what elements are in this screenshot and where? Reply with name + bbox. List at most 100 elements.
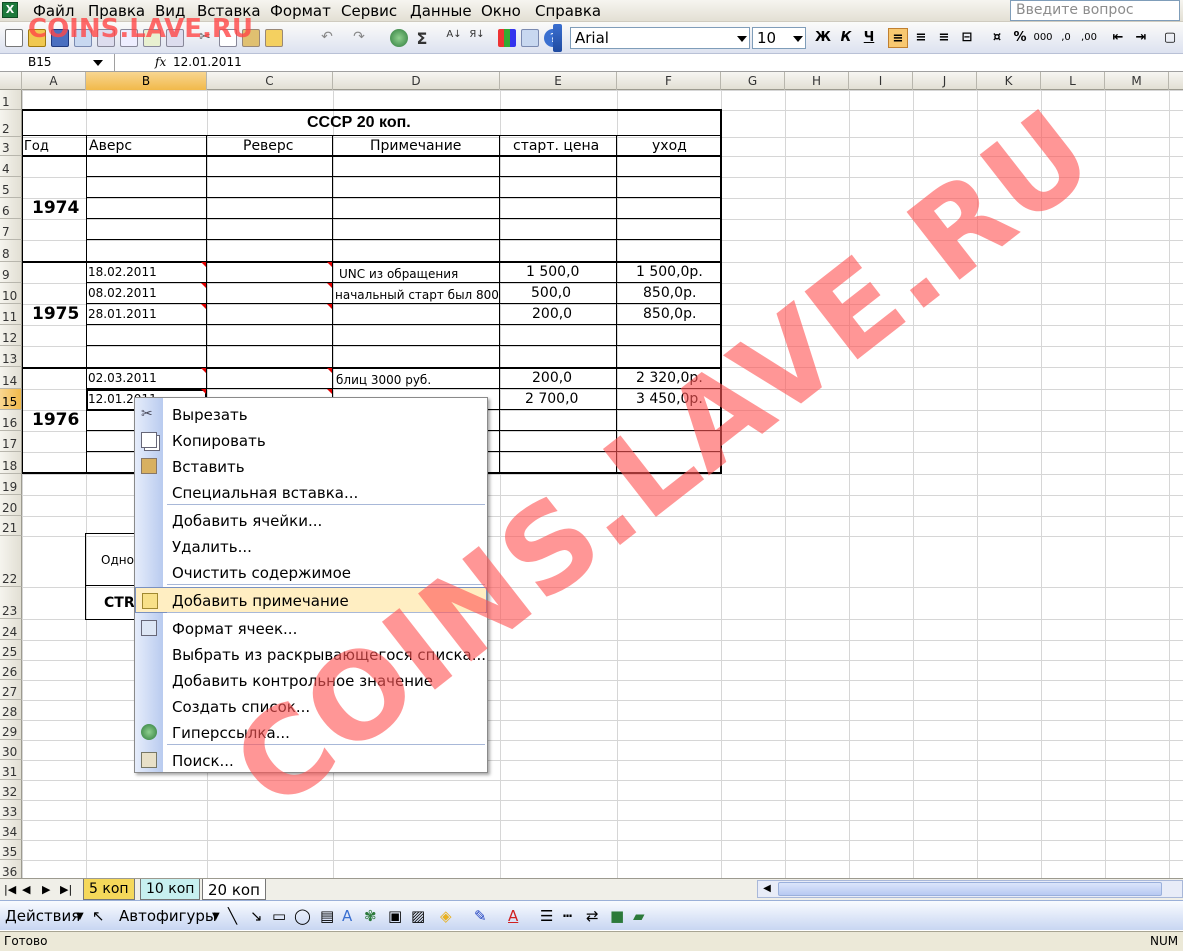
year-1975[interactable]: 1975 (32, 306, 79, 323)
cell-d10[interactable]: начальный старт был 800 (335, 289, 499, 301)
menu-item-delete[interactable]: Удалить... (135, 533, 487, 559)
row-header-23[interactable]: 23 (0, 587, 22, 619)
sheet-tab-20kop[interactable]: 20 коп (202, 879, 266, 900)
menu-item-cut[interactable]: ✂ Вырезать (135, 401, 487, 427)
header-note[interactable]: Примечание (370, 139, 461, 153)
cell-b11[interactable]: 28.01.2011 (88, 308, 157, 320)
chevron-down-icon[interactable]: ▼ (76, 911, 84, 922)
percent-button[interactable]: % (1010, 28, 1030, 48)
cell-e10[interactable]: 500,0 (531, 286, 571, 300)
decrease-indent-icon[interactable]: ⇤ (1108, 28, 1128, 48)
drawing-icon[interactable] (521, 29, 539, 47)
font-select[interactable]: Arial (570, 27, 750, 49)
row-header-18[interactable]: 18 (0, 452, 22, 474)
col-header-f[interactable]: F (617, 72, 721, 90)
arrow-icon[interactable]: ↘ (250, 907, 263, 925)
increase-indent-icon[interactable]: ⇥ (1131, 28, 1151, 48)
cell-b22[interactable]: Одно (101, 554, 134, 566)
row-header-15[interactable]: 15 (0, 389, 22, 410)
cell-f15[interactable]: 3 450,0р. (636, 392, 703, 406)
cell-e15[interactable]: 2 700,0 (525, 392, 578, 406)
prev-sheet-icon[interactable]: ◀ (22, 883, 30, 896)
col-header-j[interactable]: J (913, 72, 977, 90)
bold-button[interactable]: Ж (813, 28, 833, 48)
cell-f10[interactable]: 850,0р. (643, 286, 696, 300)
menu-item-format-cells[interactable]: Формат ячеек... (135, 615, 487, 641)
scroll-thumb[interactable] (778, 882, 1162, 896)
cell-f11[interactable]: 850,0р. (643, 307, 696, 321)
currency-icon[interactable]: ¤ (987, 28, 1007, 48)
col-header-a[interactable]: A (22, 72, 86, 90)
row-header-4[interactable]: 4 (0, 156, 22, 177)
rectangle-icon[interactable]: ▭ (272, 907, 286, 925)
line-icon[interactable]: ╲ (228, 907, 237, 925)
year-1974[interactable]: 1974 (32, 200, 79, 217)
first-sheet-icon[interactable]: |◀ (4, 883, 16, 896)
excel-app-icon[interactable]: X (2, 2, 18, 18)
row-header-35[interactable]: 35 (0, 840, 22, 860)
row-header-6[interactable]: 6 (0, 198, 22, 219)
merge-center-icon[interactable]: ⊟ (957, 28, 977, 48)
col-header-b[interactable]: B (86, 72, 207, 90)
col-header-c[interactable]: C (207, 72, 333, 90)
header-start-price[interactable]: старт. цена (513, 139, 599, 153)
function-icon[interactable]: fx (155, 55, 166, 69)
redo-icon[interactable]: ↷ (350, 29, 368, 47)
underline-button[interactable]: Ч (859, 28, 879, 48)
col-header-d[interactable]: D (333, 72, 500, 90)
col-header-g[interactable]: G (721, 72, 785, 90)
menu-item-pick-from-list[interactable]: Выбрать из раскрывающегося списка... (135, 641, 487, 667)
row-header-27[interactable]: 27 (0, 680, 22, 700)
clipart-icon[interactable]: ▣ (388, 907, 402, 925)
menu-help[interactable]: Справка (535, 2, 601, 20)
chevron-down-icon[interactable]: ▼ (212, 911, 220, 922)
row-header-13[interactable]: 13 (0, 346, 22, 367)
row-header-19[interactable]: 19 (0, 474, 22, 495)
sheet-tab-10kop[interactable]: 10 коп (140, 879, 201, 900)
row-header-25[interactable]: 25 (0, 640, 22, 660)
row-header-29[interactable]: 29 (0, 720, 22, 740)
row-header-30[interactable]: 30 (0, 740, 22, 760)
row-header-11[interactable]: 11 (0, 304, 22, 325)
row-header-16[interactable]: 16 (0, 410, 22, 431)
row-header-5[interactable]: 5 (0, 177, 22, 198)
row-header-7[interactable]: 7 (0, 219, 22, 240)
row-header-3[interactable]: 3 (0, 137, 22, 156)
thousands-button[interactable]: 000 (1033, 28, 1053, 48)
diagram-icon[interactable]: ✾ (364, 907, 377, 925)
align-right-icon[interactable]: ≡ (934, 28, 954, 48)
cell-e9[interactable]: 1 500,0 (526, 265, 579, 279)
menu-format[interactable]: Формат (270, 2, 331, 20)
row-header-17[interactable]: 17 (0, 431, 22, 452)
menu-item-research[interactable]: Поиск... (135, 747, 487, 773)
sheet-title[interactable]: СССР 20 коп. (307, 115, 411, 131)
align-left-icon[interactable]: ≡ (888, 28, 908, 48)
col-header-h[interactable]: H (785, 72, 849, 90)
sort-ascending-icon[interactable]: А↓ (445, 29, 463, 47)
arrow-style-icon[interactable]: ⇄ (586, 907, 599, 925)
font-size-select[interactable]: 10 (752, 27, 806, 49)
scroll-left-icon[interactable]: ◀ (760, 882, 774, 896)
row-header-12[interactable]: 12 (0, 325, 22, 346)
row-header-14[interactable]: 14 (0, 367, 22, 389)
line-style-icon[interactable]: ☰ (540, 907, 553, 925)
col-header-k[interactable]: K (977, 72, 1041, 90)
ask-question-input[interactable]: Введите вопрос (1010, 0, 1180, 21)
select-objects-icon[interactable]: ↖ (92, 907, 105, 925)
row-header-34[interactable]: 34 (0, 820, 22, 840)
menu-item-create-list[interactable]: Создать список... (135, 693, 487, 719)
cell-b9[interactable]: 18.02.2011 (88, 266, 157, 278)
increase-decimal-icon[interactable]: ,0 (1056, 28, 1076, 48)
col-header-m[interactable]: M (1105, 72, 1169, 90)
last-sheet-icon[interactable]: ▶| (60, 883, 72, 896)
textbox-icon[interactable]: ▤ (320, 907, 334, 925)
line-color-icon[interactable]: ✎ (474, 907, 487, 925)
menu-item-paste[interactable]: Вставить (135, 453, 487, 479)
draw-actions-button[interactable]: Действия (5, 907, 80, 925)
cell-d14[interactable]: блиц 3000 руб. (336, 374, 431, 386)
row-header-9[interactable]: 9 (0, 262, 22, 283)
row-header-8[interactable]: 8 (0, 240, 22, 262)
row-header-21[interactable]: 21 (0, 516, 22, 536)
row-header-2[interactable]: 2 (0, 110, 22, 137)
italic-button[interactable]: К (836, 28, 856, 48)
